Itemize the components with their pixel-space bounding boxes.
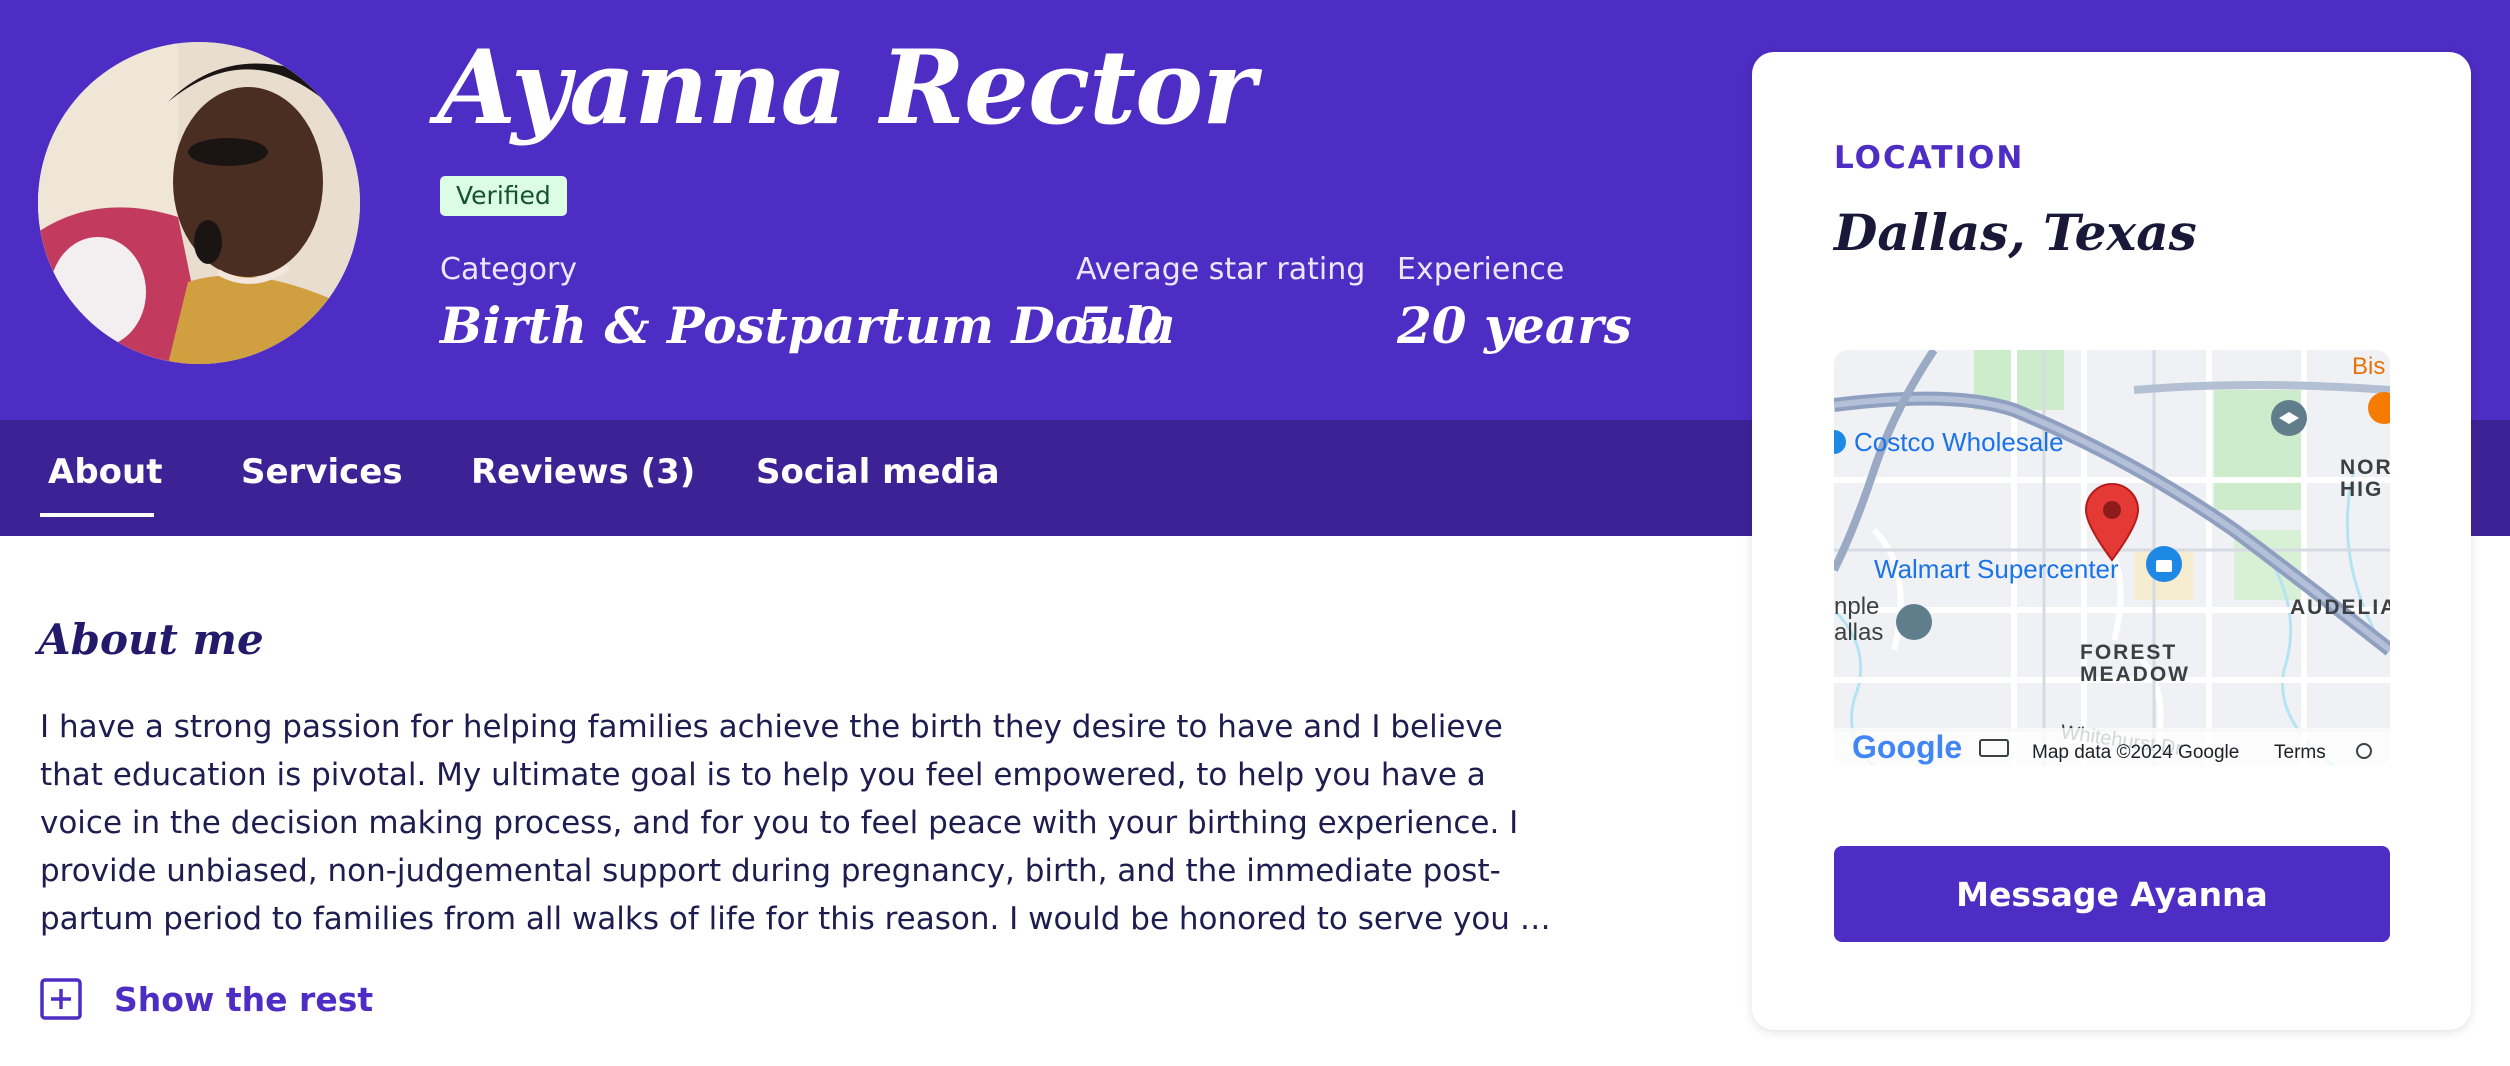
map-label-forest: FOREST — [2080, 641, 2177, 664]
shopping-bag-icon — [2156, 560, 2172, 572]
tab-reviews[interactable]: Reviews (3) — [471, 452, 695, 492]
experience-label: Experience — [1397, 252, 1565, 287]
location-pin-icon — [2103, 501, 2121, 519]
map-label-audelia: AUDELIA — [2290, 596, 2390, 619]
map-label-temple: nple — [1834, 593, 1879, 620]
tab-about[interactable]: About — [48, 452, 162, 492]
place-of-worship-icon — [1896, 604, 1932, 640]
show-rest-label: Show the rest — [114, 979, 374, 1019]
map-label-dallas: allas — [1834, 619, 1883, 646]
tab-services[interactable]: Services — [241, 452, 403, 492]
location-value: Dallas, Texas — [1834, 203, 2197, 262]
location-label: LOCATION — [1834, 140, 2025, 176]
map-attribution: Map data ©2024 Google — [2032, 742, 2239, 763]
location-map[interactable]: Costco Wholesale Walmart Supercenter Bis… — [1834, 350, 2390, 766]
about-line: I have a strong passion for helping fami… — [40, 709, 1503, 745]
map-label-meadow: MEADOW — [2080, 663, 2190, 686]
experience-value: 20 years — [1397, 296, 1632, 355]
about-heading: About me — [38, 615, 264, 664]
about-text: I have a strong passion for helping fami… — [40, 703, 1580, 943]
category-label: Category — [440, 252, 578, 287]
map-terms-link[interactable]: Terms — [2274, 742, 2326, 763]
google-logo: Google — [1852, 729, 1962, 765]
map-label-costco: Costco Wholesale — [1854, 427, 2064, 457]
active-tab-indicator — [40, 513, 154, 517]
map-label-bis: Bis — [2352, 353, 2385, 380]
show-rest-button[interactable]: Show the rest — [40, 975, 373, 1023]
profile-name: Ayanna Rector — [437, 28, 1256, 148]
rating-label: Average star rating — [1076, 252, 1366, 287]
about-line: voice in the decision making process, an… — [40, 805, 1519, 841]
map-label-hig: HIG — [2340, 478, 2383, 501]
about-line: provide unbiased, non-judgemental suppor… — [40, 853, 1501, 889]
map-label-walmart: Walmart Supercenter — [1874, 554, 2119, 584]
category-value: Birth & Postpartum Doula — [440, 296, 1176, 355]
message-button[interactable]: Message Ayanna — [1834, 846, 2390, 942]
about-line: that education is pivotal. My ultimate g… — [40, 757, 1486, 793]
avatar — [38, 42, 360, 364]
tab-social-media[interactable]: Social media — [756, 452, 1000, 492]
verified-badge: Verified — [440, 176, 567, 216]
plus-square-icon — [40, 978, 82, 1020]
about-line: partum period to families from all walks… — [40, 901, 1551, 937]
rating-value: 5.0 — [1076, 296, 1163, 355]
map-label-nor: NOR — [2340, 456, 2390, 479]
